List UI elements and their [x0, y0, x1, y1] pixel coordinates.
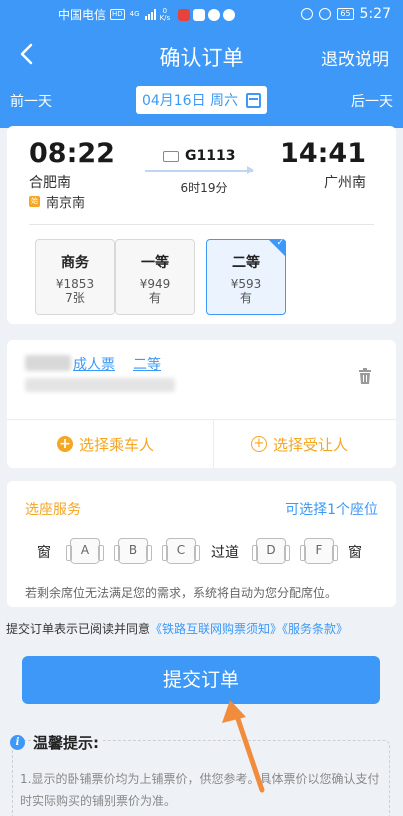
seat-class-availability: 7张 [65, 291, 85, 305]
status-right: 65 5:27 [301, 6, 391, 22]
seat-selection-hint: 可选择1个座位 [285, 502, 378, 518]
seat-class-price: ¥593 [230, 277, 262, 291]
seat-a[interactable]: A [66, 538, 104, 564]
date-picker[interactable]: 04月16日 周六 [136, 86, 267, 114]
plus-circle-icon: + [57, 436, 73, 452]
clock: 5:27 [359, 6, 391, 22]
departure-time: 08:22 [29, 138, 115, 169]
status-left: 中国电信 HD 4G 0 K/s [58, 6, 236, 23]
seat-class-name: 商务 [61, 255, 89, 271]
select-beneficiary-label: 选择受让人 [273, 435, 349, 454]
nav-bar: 确认订单 退改说明 [0, 34, 403, 78]
origin-row: 始 南京南 [29, 192, 85, 211]
passenger-name-redacted [25, 355, 71, 371]
app-notification-icon [223, 8, 236, 21]
refund-policy-link[interactable]: 退改说明 [321, 45, 389, 70]
arrival-station: 广州南 [324, 175, 366, 191]
alarm-icon [301, 8, 314, 20]
arrival-time: 14:41 [280, 138, 366, 169]
notification-icons [178, 8, 236, 21]
battery-icon: 65 [337, 8, 354, 20]
speed-dial-icon [319, 8, 332, 20]
window-label-left: 窗 [37, 545, 51, 561]
seat-c[interactable]: C [162, 538, 200, 564]
select-passenger-button[interactable]: + 选择乘车人 [57, 420, 154, 468]
seat-selection-title: 选座服务 [25, 502, 81, 518]
date-label: 04月16日 周六 [141, 93, 239, 109]
train-number: G1113 [185, 148, 236, 164]
train-number-row[interactable]: G1113 [163, 148, 235, 164]
terms-link[interactable]: 《服务条款》 [282, 622, 348, 636]
hd-badge: HD [110, 9, 125, 20]
status-bar: 中国电信 HD 4G 0 K/s 65 5:27 [0, 0, 403, 28]
app-notification-icon [178, 8, 191, 21]
select-beneficiary-button[interactable]: + 选择受让人 [251, 420, 348, 468]
trash-icon[interactable] [358, 368, 372, 384]
seat-selection-note: 若剩余席位无法满足您的需求，系统将自动为您分配席位。 [25, 586, 338, 600]
seat-class-availability: 有 [239, 291, 252, 305]
plus-circle-outline-icon: + [251, 436, 267, 452]
route-arrow [145, 166, 254, 174]
date-bar: 前一天 04月16日 周六 后一天 [0, 84, 403, 116]
seat-class-name: 一等 [141, 255, 169, 271]
select-passenger-label: 选择乘车人 [79, 435, 155, 454]
agreement-prefix: 提交订单表示已阅读并同意 [6, 622, 151, 636]
seat-class-business[interactable]: 商务 ¥1853 7张 [35, 239, 115, 315]
seat-d[interactable]: D [252, 538, 290, 564]
annotation-arrow [222, 700, 265, 793]
seat-class-link[interactable]: 二等 [133, 354, 161, 374]
seat-class-first[interactable]: 一等 ¥949 有 [115, 239, 195, 315]
departure-station: 合肥南 [29, 175, 71, 191]
check-icon: ✓ [276, 238, 284, 248]
prev-day-button[interactable]: 前一天 [10, 91, 52, 111]
seat-map-row: 窗 A B C 过道 D F 窗 [7, 536, 396, 566]
origin-station: 南京南 [46, 196, 86, 211]
trip-duration: 6时19分 [180, 181, 228, 195]
network-type: 4G [129, 10, 140, 18]
train-info-card: 08:22 合肥南 始 南京南 G1113 6时19分 14:41 广州南 商务… [7, 126, 396, 324]
signal-icon [144, 9, 156, 20]
app-notification-icon [208, 8, 221, 21]
seat-class-price: ¥1853 [55, 277, 95, 291]
aisle-label: 过道 [211, 545, 239, 561]
ticket-notice-link[interactable]: 《铁路互联网购票须知》 [150, 622, 282, 636]
id-card-icon [163, 150, 179, 162]
tips-heading: i 温馨提示: [10, 732, 103, 753]
app-notification-icon [193, 8, 206, 21]
seat-class-price: ¥949 [139, 277, 171, 291]
origin-badge: 始 [29, 196, 40, 207]
divider [213, 420, 214, 468]
next-day-button[interactable]: 后一天 [351, 91, 393, 111]
seat-class-availability: 有 [148, 291, 161, 305]
window-label-right: 窗 [348, 545, 362, 561]
divider [29, 224, 374, 225]
seat-b[interactable]: B [114, 538, 152, 564]
net-speed-unit: K/s [159, 13, 171, 22]
ticket-type-link[interactable]: 成人票 [73, 354, 115, 374]
passenger-id-redacted [25, 378, 175, 392]
seat-selection-card: 选座服务 可选择1个座位 窗 A B C 过道 D F 窗 若剩余席位无法满足您… [7, 481, 396, 607]
agreement-text: 提交订单表示已阅读并同意《铁路互联网购票须知》《服务条款》 [6, 620, 348, 637]
seat-f[interactable]: F [300, 538, 338, 564]
info-icon: i [10, 735, 25, 750]
net-speed: 0 K/s [159, 7, 171, 22]
carrier-label: 中国电信 [58, 8, 107, 22]
seat-class-second[interactable]: ✓ 二等 ¥593 有 [206, 238, 286, 315]
calendar-icon [246, 92, 262, 108]
tips-title: 温馨提示: [33, 732, 103, 753]
passenger-card: 成人票 二等 + 选择乘车人 + 选择受让人 [7, 340, 396, 468]
